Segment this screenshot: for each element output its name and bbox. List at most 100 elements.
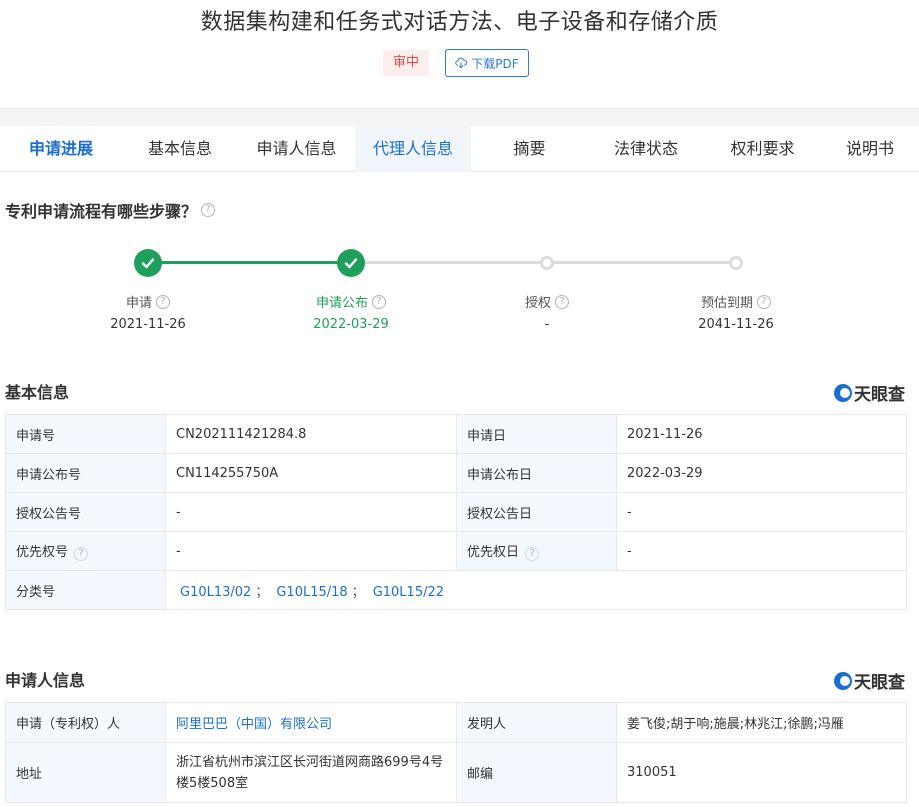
separator: ； — [351, 584, 365, 600]
table-row: 分类号 G10L13/02 ； G10L15/18 ； G10L15/22 — [5, 570, 907, 610]
basic-info-table: 申请号 CN202111421284.8 申请日 2021-11-26 申请公布号 CN1… — [5, 414, 907, 610]
field-value-text: CN114255750A — [176, 465, 279, 481]
field-value-text: 2022-03-29 — [627, 465, 703, 481]
field-label: 优先权日? — [456, 531, 617, 571]
step-label-text: 申请 — [125, 296, 153, 311]
progress-line — [547, 261, 736, 264]
help-icon[interactable]: ? — [372, 294, 387, 309]
field-label-text: 优先权日 — [467, 545, 520, 560]
tianyancha-logo-text: 天眼查 — [854, 673, 905, 693]
download-pdf-button[interactable]: 下载PDF — [445, 49, 529, 77]
progress-line — [148, 261, 351, 264]
field-label-text: 申请日 — [467, 428, 507, 444]
tab-2[interactable]: 基本信息 — [122, 126, 238, 172]
download-pdf-label: 下载PDF — [471, 56, 519, 71]
separator: ； — [255, 584, 269, 600]
classification-value: G10L13/02 ； G10L15/18 ； G10L15/22 — [165, 570, 907, 610]
field-value-text: - — [627, 543, 632, 559]
field-label-text: 授权公告日 — [467, 506, 533, 522]
field-label: 授权公告号 — [5, 492, 166, 532]
help-icon[interactable]: ? — [156, 294, 171, 309]
field-label: 申请号 — [5, 414, 166, 454]
table-row: 申请公布号 CN114255750A 申请公布日 2022-03-29 — [5, 453, 907, 493]
step-label-text: 授权 — [524, 296, 552, 311]
check-icon — [337, 249, 365, 277]
tab-1[interactable]: 申请进展 — [0, 126, 122, 172]
field-label: 申请公布号 — [5, 453, 166, 493]
inventor-label: 发明人 — [456, 702, 617, 743]
step-label: 申请? — [125, 292, 171, 311]
tianyancha-logo-icon — [834, 383, 852, 402]
process-question-text: 专利申请流程有哪些步骤？ — [5, 202, 198, 221]
step-date: 2041-11-26 — [698, 317, 774, 332]
applicant-value: 阿里巴巴（中国）有限公司 — [165, 702, 457, 743]
field-label: 申请公布日 — [456, 453, 617, 493]
applicant-link[interactable]: 阿里巴巴（中国）有限公司 — [176, 717, 332, 732]
field-label: 申请日 — [456, 414, 617, 454]
tab-3[interactable]: 申请人信息 — [238, 126, 355, 172]
step-label: 申请公布? — [315, 292, 387, 311]
classification-label: 分类号 — [5, 570, 166, 610]
table-row: 申请（专利权）人 阿里巴巴（中国）有限公司 发明人 姜飞俊;胡于响;施晨;林兆江… — [5, 702, 907, 743]
field-value: - — [616, 492, 907, 532]
basic-info-title: 基本信息 — [5, 383, 70, 402]
tab-4[interactable]: 代理人信息 — [355, 126, 471, 172]
postcode-value: 310051 — [616, 742, 907, 803]
field-label-text: 授权公告号 — [16, 506, 82, 522]
inventor-value: 姜飞俊;胡于响;施晨;林兆江;徐鹏;冯雁 — [616, 702, 907, 743]
tab-6[interactable]: 法律状态 — [588, 126, 704, 172]
tianyancha-logo-icon — [834, 671, 852, 690]
field-value-text: CN202111421284.8 — [176, 426, 307, 442]
progress-line — [351, 261, 547, 264]
help-icon[interactable]: ? — [757, 294, 772, 309]
step-label: 预估到期? — [700, 292, 772, 311]
field-label-text: 申请号 — [16, 428, 56, 444]
field-value-text: - — [627, 504, 632, 520]
field-value: 2021-11-26 — [616, 414, 907, 454]
table-row: 申请号 CN202111421284.8 申请日 2021-11-26 — [5, 414, 907, 454]
applicant-label: 申请（专利权）人 — [5, 702, 166, 743]
postcode-label: 邮编 — [456, 742, 617, 803]
tianyancha-logo-text: 天眼查 — [854, 385, 905, 405]
help-icon[interactable]: ? — [525, 547, 540, 561]
help-icon[interactable]: ? — [74, 547, 89, 561]
tab-7[interactable]: 权利要求 — [704, 126, 821, 172]
help-icon[interactable]: ? — [555, 294, 570, 309]
field-value: CN202111421284.8 — [165, 414, 457, 454]
table-row: 地址 浙江省杭州市滨江区长河街道网商路699号4号楼5楼508室 邮编 3100… — [5, 742, 907, 803]
field-value-text: 2021-11-26 — [627, 426, 703, 442]
step-date: - — [544, 317, 550, 332]
table-row: 授权公告号 - 授权公告日 - — [5, 492, 907, 532]
classification-link[interactable]: G10L15/22 — [373, 585, 444, 600]
step-date: 2022-03-29 — [313, 317, 389, 332]
address-label: 地址 — [5, 742, 166, 803]
field-value: - — [165, 492, 457, 532]
pending-dot-icon — [729, 256, 743, 270]
applicant-info-table: 申请（专利权）人 阿里巴巴（中国）有限公司 发明人 姜飞俊;胡于响;施晨;林兆江… — [5, 702, 907, 803]
divider — [0, 108, 919, 126]
tab-8[interactable]: 说明书 — [821, 126, 919, 172]
tab-bar: 申请进展 基本信息 申请人信息 代理人信息 摘要 法律状态 权利要求 说明书 — [0, 126, 919, 172]
help-icon[interactable]: ? — [201, 203, 216, 217]
field-value-text: - — [176, 543, 181, 559]
field-label: 授权公告日 — [456, 492, 617, 532]
field-value: CN114255750A — [165, 453, 457, 493]
tianyancha-logo: 天眼查 — [834, 668, 905, 693]
page-title: 数据集构建和任务式对话方法、电子设备和存储介质 — [200, 10, 719, 35]
step-label-text: 申请公布 — [315, 296, 369, 311]
field-label: 优先权号? — [5, 531, 166, 571]
step-label: 授权? — [524, 292, 570, 311]
applicant-info-title: 申请人信息 — [5, 671, 86, 690]
tab-5[interactable]: 摘要 — [471, 126, 588, 172]
classification-link[interactable]: G10L15/18 — [276, 585, 347, 600]
tianyancha-logo: 天眼查 — [834, 380, 905, 405]
classification-link[interactable]: G10L13/02 — [180, 585, 251, 600]
step-label-text: 预估到期 — [700, 296, 754, 311]
field-value: - — [616, 531, 907, 571]
process-question: 专利申请流程有哪些步骤？ ? — [5, 198, 216, 222]
field-label-text: 申请公布号 — [16, 467, 82, 483]
pending-dot-icon — [540, 256, 554, 270]
field-value-text: - — [176, 504, 181, 520]
field-value: - — [165, 531, 457, 571]
address-value: 浙江省杭州市滨江区长河街道网商路699号4号楼5楼508室 — [165, 742, 457, 803]
